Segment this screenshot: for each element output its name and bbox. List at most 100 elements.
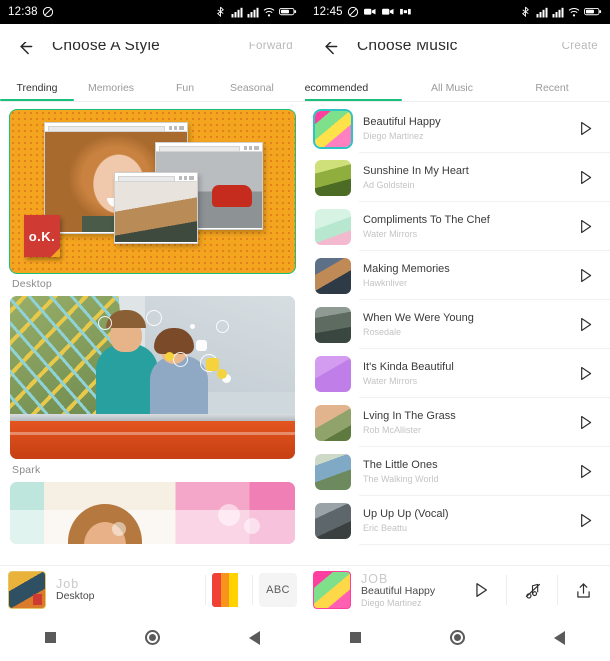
play-icon[interactable]	[572, 165, 598, 191]
table-row[interactable]: Sunshine In My Heart Ad Goldstein	[305, 153, 610, 202]
share-upload-icon[interactable]	[564, 573, 602, 607]
swatch-color-1	[212, 573, 221, 607]
tab-memories[interactable]: Memories	[74, 82, 148, 101]
desktop-style-artwork: o.K.	[10, 110, 295, 273]
table-row[interactable]: When We Were Young Rosedale	[305, 300, 610, 349]
tab-recommended[interactable]: Recommended	[305, 82, 402, 101]
style-card-desktop[interactable]: o.K. Desktop	[9, 109, 296, 290]
recents-square-icon[interactable]	[336, 618, 376, 658]
status-bar-left-group: 12:38	[8, 6, 54, 18]
table-row[interactable]: The Little Ones The Walking World	[305, 447, 610, 496]
home-circle-icon[interactable]	[132, 618, 172, 658]
style-thumbnail-third[interactable]	[10, 482, 295, 544]
track-artist: Eric Beattu	[363, 522, 408, 533]
track-artist: The Walking World	[363, 473, 439, 484]
table-row[interactable]: Beautiful Happy Diego Martinez	[305, 104, 610, 153]
style-card-third[interactable]	[10, 482, 295, 544]
style-card-label: Spark	[12, 464, 41, 476]
sparkle-ring	[146, 310, 162, 326]
table-row[interactable]: Compliments To The Chef Water Mirrors	[305, 202, 610, 251]
selected-track-artwork[interactable]	[313, 571, 351, 609]
ok-sticker-label: o.K.	[28, 228, 56, 244]
window-title-bar	[115, 173, 197, 182]
sparkle-ring	[98, 316, 112, 330]
style-category-tabs: Trending Memories Fun Seasonal	[0, 68, 305, 102]
project-thumbnail[interactable]	[8, 571, 46, 609]
play-icon[interactable]	[572, 459, 598, 485]
android-nav-bar-right	[305, 614, 610, 661]
track-info: Beautiful Happy Diego Martinez	[363, 116, 572, 142]
play-icon[interactable]	[572, 410, 598, 436]
track-artist: Water Mirrors	[363, 375, 418, 386]
ride-cart	[10, 421, 295, 459]
style-thumbnail-spark[interactable]	[10, 296, 295, 459]
choose-a-style-screen: 12:38 Choose A Style Forward Trending Me…	[0, 0, 305, 661]
track-info: When We Were Young Rosedale	[363, 312, 572, 338]
play-icon[interactable]	[572, 116, 598, 142]
android-nav-bar-left	[0, 614, 305, 661]
style-thumbnail-desktop[interactable]: o.K.	[9, 109, 296, 274]
track-info: The Little Ones The Walking World	[363, 459, 572, 485]
table-row[interactable]: Up Up Up (Vocal) Eric Beattu	[305, 496, 610, 545]
table-row[interactable]: It's Kinda Beautiful Water Mirrors	[305, 349, 610, 398]
color-theme-button[interactable]	[212, 573, 246, 607]
selected-track-info: JOB Beautiful Happy Diego Martinez	[361, 572, 435, 608]
screen-rounded-top	[305, 24, 610, 42]
toolbar-divider	[252, 575, 253, 605]
red-car-shape	[212, 185, 252, 208]
track-title: The Little Ones	[363, 458, 438, 471]
tab-trending[interactable]: Trending	[0, 82, 74, 101]
home-circle-icon[interactable]	[437, 618, 477, 658]
choose-music-screen: 12:45 Choose Music Create ecommended All…	[305, 0, 610, 661]
recents-square-icon[interactable]	[31, 618, 71, 658]
text-style-button[interactable]: ABC	[259, 573, 297, 607]
tab-fun[interactable]: Fun	[148, 82, 222, 101]
pastel-style-artwork	[10, 482, 295, 544]
signal-icon	[536, 6, 548, 18]
screen-record-icon	[399, 6, 412, 18]
style-card-spark[interactable]: Spark	[10, 296, 295, 476]
track-title: Beautiful Happy	[363, 115, 441, 128]
track-artwork	[315, 355, 351, 392]
job-label: JOB	[361, 572, 389, 587]
window-title-bar	[156, 143, 262, 152]
wifi-icon	[568, 6, 580, 18]
track-artwork	[315, 502, 351, 539]
style-card-label: Desktop	[12, 278, 52, 290]
track-title: Compliments To The Chef	[363, 213, 490, 226]
sparkle-yellow	[206, 358, 219, 371]
window-title-bar	[45, 123, 187, 132]
back-triangle-icon[interactable]	[539, 618, 579, 658]
bluetooth-icon	[215, 6, 227, 18]
sparkle-yellow	[217, 369, 227, 379]
table-row[interactable]: Making Memories Hawknliver	[305, 251, 610, 300]
mute-icon	[42, 6, 54, 18]
recents-glyph	[350, 632, 362, 643]
play-icon[interactable]	[572, 361, 598, 387]
selected-track-artist: Diego Martinez	[361, 597, 422, 608]
play-icon[interactable]	[572, 263, 598, 289]
music-bottom-toolbar: JOB Beautiful Happy Diego Martinez	[305, 565, 610, 614]
music-off-icon[interactable]	[513, 573, 551, 607]
tab-all-music[interactable]: All Music	[402, 82, 502, 101]
project-name: Desktop	[56, 590, 95, 603]
style-template-list[interactable]: o.K. Desktop Spark	[0, 102, 305, 587]
play-icon[interactable]	[462, 573, 500, 607]
tab-recent[interactable]: Recent	[502, 82, 602, 101]
track-info: Lving In The Grass Rob McAllister	[363, 410, 572, 436]
home-glyph	[449, 630, 465, 645]
dual-screenshot: 12:38 Choose A Style Forward Trending Me…	[0, 0, 610, 661]
table-row[interactable]: Lving In The Grass Rob McAllister	[305, 398, 610, 447]
play-icon[interactable]	[572, 214, 598, 240]
play-icon[interactable]	[572, 312, 598, 338]
track-title: Sunshine In My Heart	[363, 164, 469, 177]
play-icon[interactable]	[572, 508, 598, 534]
track-artwork	[315, 404, 351, 441]
track-info: Up Up Up (Vocal) Eric Beattu	[363, 508, 572, 534]
back-triangle-icon[interactable]	[234, 618, 274, 658]
track-info: It's Kinda Beautiful Water Mirrors	[363, 361, 572, 387]
track-artwork	[315, 306, 351, 343]
music-track-list[interactable]: Beautiful Happy Diego Martinez Sunshine …	[305, 102, 610, 572]
signal-icon	[247, 6, 259, 18]
tab-seasonal[interactable]: Seasonal	[222, 82, 305, 101]
